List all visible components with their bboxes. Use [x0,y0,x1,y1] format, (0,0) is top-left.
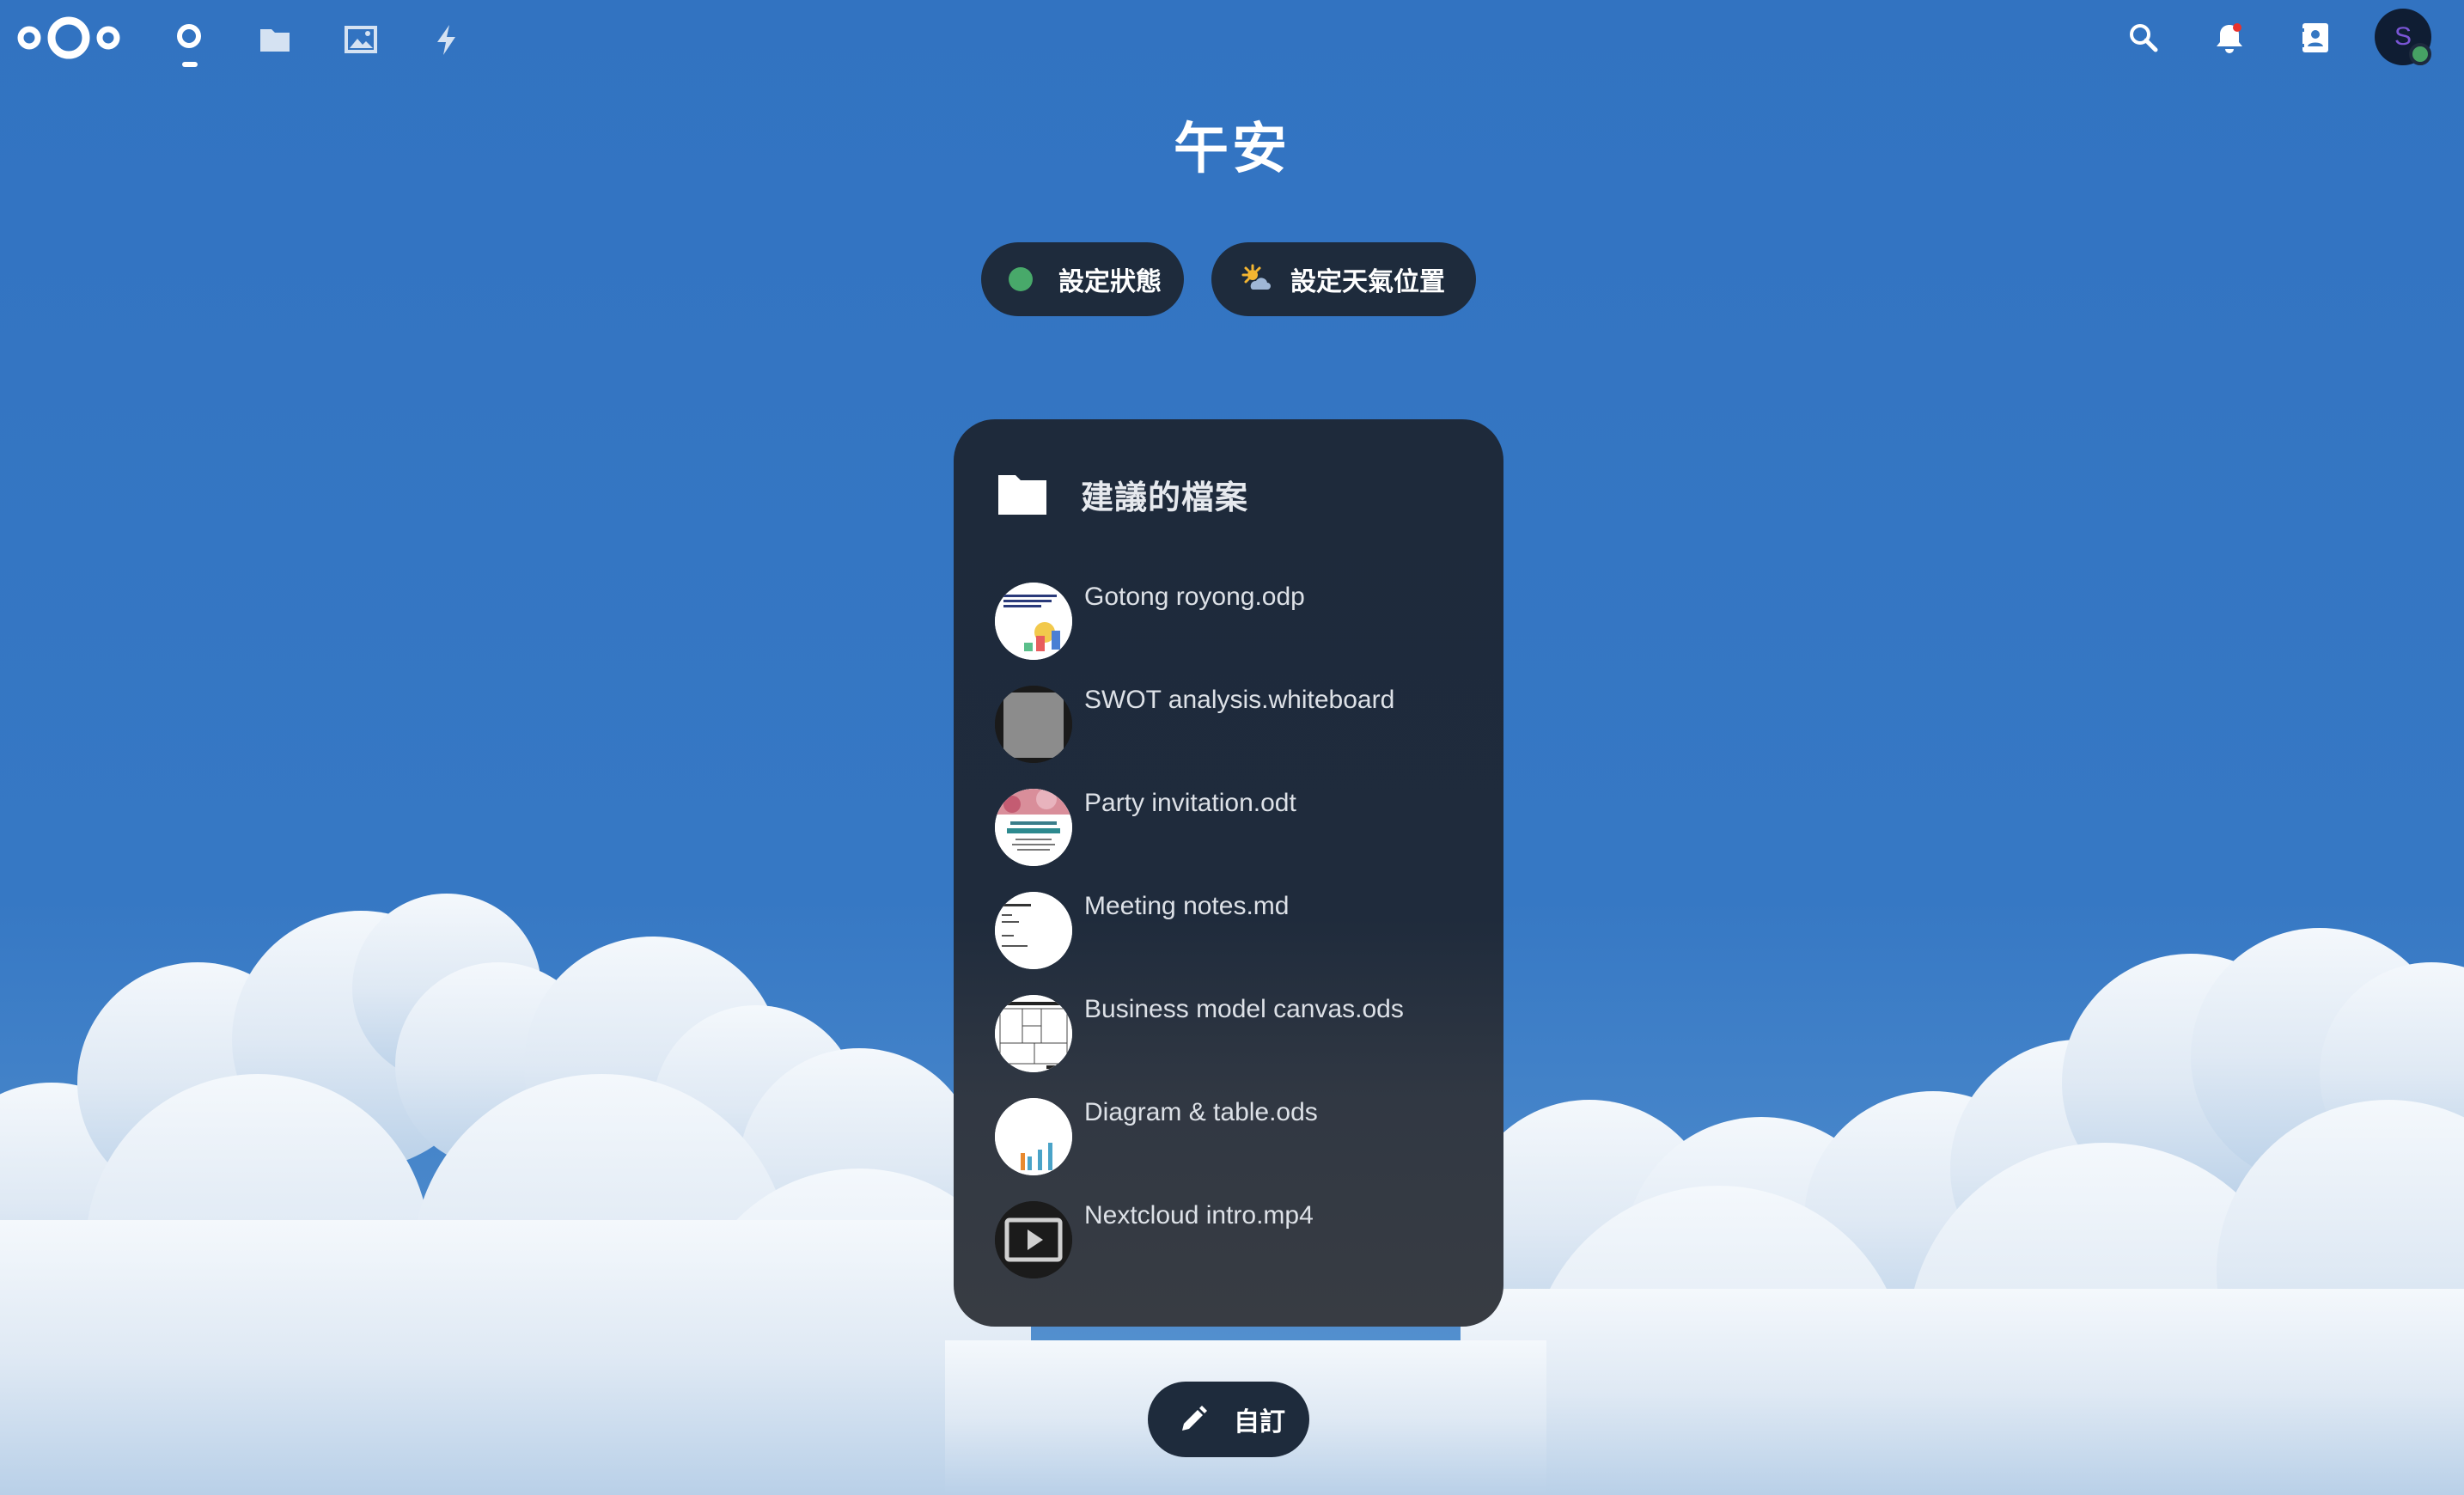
search-button[interactable] [2113,12,2174,64]
recommended-files-list: Gotong royong.odp SWOT analysis.whiteboa… [995,583,1476,1304]
user-status-indicator [2409,43,2431,65]
file-thumbnail [995,789,1072,866]
greeting-title: 午安 [1174,118,1290,181]
nav-app-activity[interactable] [411,12,483,67]
set-status-label: 設定狀態 [1058,267,1162,297]
contacts-button[interactable] [2285,12,2345,64]
active-app-indicator [182,62,198,67]
invitation-thumbnail [995,789,1072,866]
file-thumbnail [995,583,1072,660]
file-item-swot-analysis[interactable]: SWOT analysis.whiteboard [995,686,1476,789]
file-name: Meeting notes.md [1084,892,1290,920]
file-thumbnail [995,995,1072,1072]
notifications-button[interactable] [2199,12,2260,64]
file-name: Diagram & table.ods [1084,1098,1318,1126]
whiteboard-thumbnail [995,686,1072,763]
folder-icon [998,474,1046,515]
set-status-button[interactable]: 設定狀態 [981,242,1184,316]
bell-icon [2217,23,2242,53]
notes-thumbnail [995,892,1072,969]
notification-badge [2233,23,2241,32]
widget-header: 建議的檔案 [997,471,1248,518]
file-thumbnail [995,1201,1072,1278]
file-name: Gotong royong.odp [1084,583,1305,611]
file-item-business-model-canvas[interactable]: Business model canvas.ods [995,995,1476,1098]
file-name: Nextcloud intro.mp4 [1084,1201,1314,1230]
contacts-icon [2301,23,2328,52]
customize-button[interactable]: 自訂 [1148,1382,1309,1457]
set-weather-location-label: 設定天氣位置 [1290,267,1445,297]
pencil-icon [1182,1406,1207,1431]
file-name: Party invitation.odt [1084,789,1296,817]
presentation-thumbnail [995,583,1072,660]
nextcloud-logo[interactable] [15,12,122,64]
file-thumbnail [995,686,1072,763]
set-weather-location-button[interactable]: 設定天氣位置 [1211,242,1476,316]
file-name: SWOT analysis.whiteboard [1084,686,1395,714]
dashboard-icon [177,24,201,48]
file-item-diagram-table[interactable]: Diagram & table.ods [995,1098,1476,1201]
chart-thumbnail [995,1098,1072,1175]
file-thumbnail [995,892,1072,969]
file-name: Business model canvas.ods [1084,995,1404,1023]
nav-app-photos[interactable] [325,12,397,67]
lightning-icon [437,25,455,55]
avatar-initial: S [2394,22,2412,51]
file-item-party-invitation[interactable]: Party invitation.odt [995,789,1476,892]
top-header: S [0,0,2464,79]
file-item-gotong-royong[interactable]: Gotong royong.odp [995,583,1476,686]
weather-sun-cloud-icon [1241,264,1271,290]
file-item-meeting-notes[interactable]: Meeting notes.md [995,892,1476,995]
nav-app-files[interactable] [239,12,311,67]
spreadsheet-thumbnail [995,995,1072,1072]
recommended-files-widget: 建議的檔案 Gotong royong.odp SWOT analysis.wh… [954,419,1503,1327]
nav-app-dashboard[interactable] [153,12,225,67]
file-thumbnail [995,1098,1072,1175]
folder-icon [260,29,290,52]
video-play-icon [995,1201,1072,1278]
widget-title: 建議的檔案 [1081,479,1249,516]
customize-label: 自訂 [1234,1407,1285,1437]
online-status-icon [1009,267,1033,291]
image-icon [345,26,377,53]
search-icon [2130,24,2158,52]
file-item-nextcloud-intro[interactable]: Nextcloud intro.mp4 [995,1201,1476,1304]
